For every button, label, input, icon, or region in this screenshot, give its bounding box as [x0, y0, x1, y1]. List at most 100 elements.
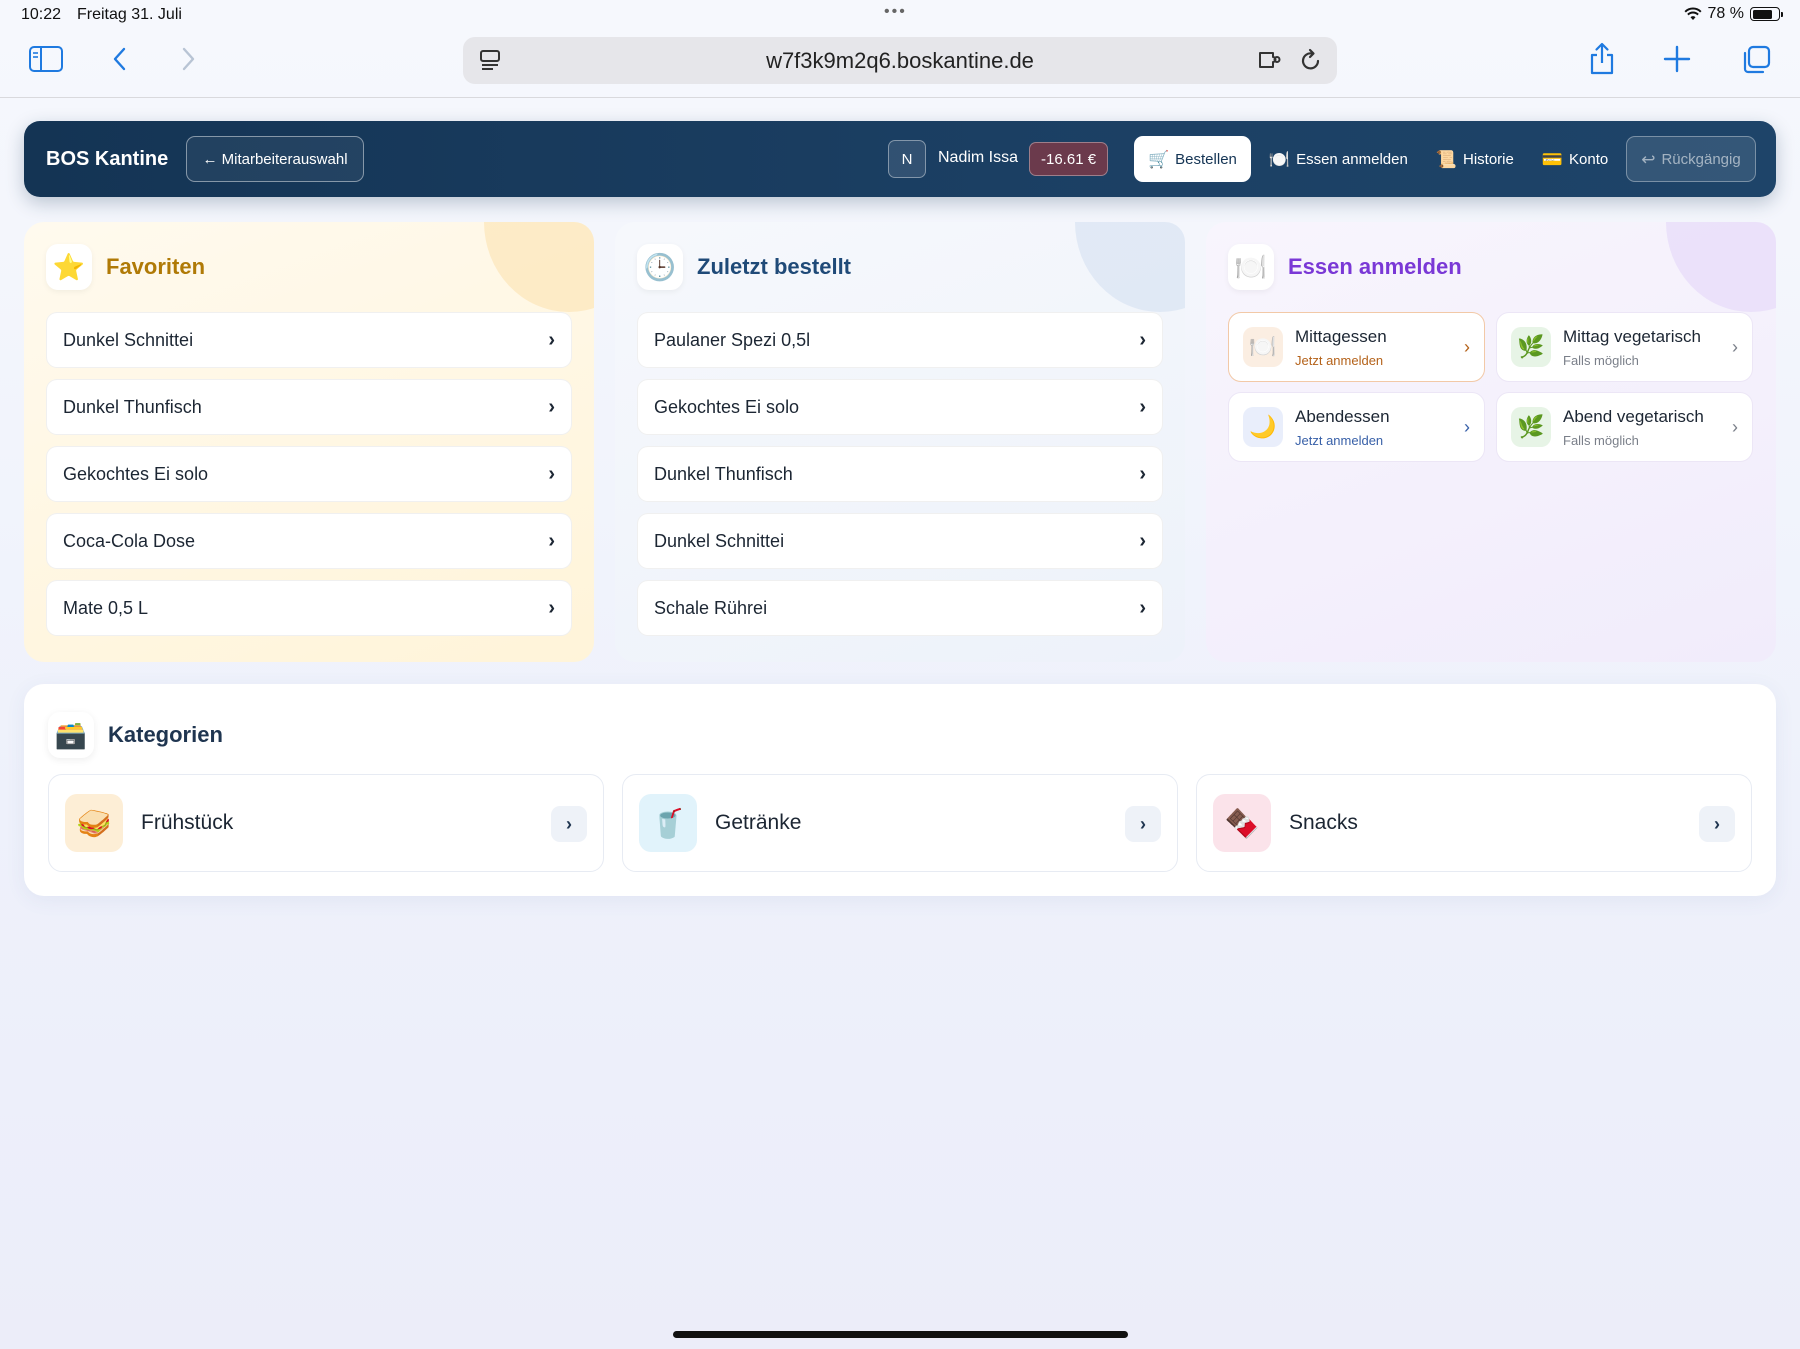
- item-label: Gekochtes Ei solo: [63, 463, 209, 484]
- status-right: 78 %: [1684, 5, 1783, 23]
- meal-tile-abend-vegetarisch[interactable]: 🌿 Abend vegetarisch Falls möglich ›: [1496, 392, 1753, 462]
- chevron-right-icon: ›: [1139, 395, 1146, 418]
- chevron-right-icon: ›: [1139, 328, 1146, 351]
- new-tab-icon[interactable]: [1663, 45, 1691, 73]
- plate-icon: 🍽️: [1228, 244, 1274, 290]
- main-nav: 🛒 Bestellen 🍽️ Essen anmelden 📜 Historie…: [1134, 136, 1756, 182]
- meal-tile-abendessen[interactable]: 🌙 Abendessen Jetzt anmelden ›: [1228, 392, 1485, 462]
- status-date: Freitag 31. Juli: [77, 6, 182, 23]
- nav-essen-anmelden[interactable]: 🍽️ Essen anmelden: [1255, 136, 1422, 182]
- chevron-right-icon: ›: [1699, 806, 1735, 842]
- star-icon: ⭐: [46, 244, 92, 290]
- item-label: Coca-Cola Dose: [63, 530, 196, 551]
- nav-label: Historie: [1462, 150, 1514, 168]
- status-bar: 10:22 Freitag 31. Juli ••• 78 %: [0, 0, 1800, 30]
- tabs-overview-icon[interactable]: [1740, 44, 1772, 76]
- list-item[interactable]: Dunkel Schnittei ›: [46, 312, 572, 368]
- meal-sub: Jetzt anmelden: [1295, 432, 1384, 448]
- favorites-list: Dunkel Schnittei › Dunkel Thunfisch › Geko…: [46, 312, 572, 647]
- home-indicator[interactable]: [673, 1331, 1128, 1338]
- category-fruehstueck[interactable]: 🥪 Frühstück ›: [48, 774, 604, 872]
- moon-icon: 🌙: [1243, 407, 1283, 447]
- url-text: w7f3k9m2q6.boskantine.de: [766, 47, 1034, 73]
- item-label: Dunkel Schnittei: [654, 530, 785, 551]
- list-item[interactable]: Dunkel Thunfisch ›: [637, 446, 1163, 502]
- meal-name: Mittagessen: [1295, 326, 1387, 346]
- nav-historie[interactable]: 📜 Historie: [1422, 136, 1528, 182]
- extension-icon[interactable]: [1257, 48, 1283, 78]
- list-item[interactable]: Coca-Cola Dose ›: [46, 513, 572, 569]
- chevron-right-icon: ›: [1464, 417, 1470, 437]
- recent-list: Paulaner Spezi 0,5l › Gekochtes Ei solo › …: [637, 312, 1163, 647]
- back-icon[interactable]: [108, 44, 132, 74]
- url-bar[interactable]: w7f3k9m2q6.boskantine.de: [463, 37, 1337, 84]
- recent-header: 🕒 Zuletzt bestellt: [637, 244, 851, 290]
- chevron-right-icon: ›: [548, 529, 555, 552]
- recent-card: 🕒 Zuletzt bestellt Paulaner Spezi 0,5l › …: [615, 222, 1185, 662]
- reload-icon[interactable]: [1299, 47, 1323, 79]
- meal-sub: Jetzt anmelden: [1295, 352, 1384, 368]
- forward-icon[interactable]: [176, 44, 200, 74]
- list-item[interactable]: Gekochtes Ei solo ›: [637, 379, 1163, 435]
- sandwich-icon: 🥪: [65, 794, 123, 852]
- meal-name: Abendessen: [1295, 406, 1390, 426]
- favorites-header: ⭐ Favoriten: [46, 244, 205, 290]
- list-item[interactable]: Paulaner Spezi 0,5l ›: [637, 312, 1163, 368]
- chevron-right-icon: ›: [1464, 337, 1470, 357]
- undo-button[interactable]: ↩ Rückgängig: [1626, 136, 1756, 182]
- meal-title: Essen anmelden: [1288, 254, 1462, 279]
- drink-icon: 🥤: [639, 794, 697, 852]
- decorative-blob: [1666, 222, 1776, 312]
- category-getraenke[interactable]: 🥤 Getränke ›: [622, 774, 1178, 872]
- meal-signup-card: 🍽️ Essen anmelden 🍽️ Mittagessen Jetzt a…: [1206, 222, 1776, 662]
- status-time: 10:22: [21, 6, 62, 23]
- item-label: Dunkel Schnittei: [63, 329, 194, 350]
- leaf-icon: 🌿: [1511, 407, 1551, 447]
- meal-sub: Falls möglich: [1563, 352, 1639, 368]
- list-item[interactable]: Mate 0,5 L ›: [46, 580, 572, 636]
- clock-icon: 🕒: [637, 244, 683, 290]
- multitask-dots-icon[interactable]: •••: [884, 3, 907, 21]
- list-item[interactable]: Gekochtes Ei solo ›: [46, 446, 572, 502]
- nav-konto[interactable]: 💳 Konto: [1528, 136, 1622, 182]
- meal-tile-mittag-vegetarisch[interactable]: 🌿 Mittag vegetarisch Falls möglich ›: [1496, 312, 1753, 382]
- categories-card: 🗃️ Kategorien 🥪 Frühstück › 🥤 Getränke ›…: [24, 684, 1776, 896]
- chevron-right-icon: ›: [551, 806, 587, 842]
- decorative-blob: [1075, 222, 1185, 312]
- item-label: Mate 0,5 L: [63, 597, 149, 618]
- brand-title: BOS Kantine: [46, 148, 169, 170]
- wifi-icon: [1684, 7, 1702, 20]
- plate-icon: 🍽️: [1268, 149, 1291, 169]
- box-icon: 🗃️: [48, 712, 94, 758]
- undo-icon: ↩: [1641, 149, 1656, 169]
- item-label: Dunkel Thunfisch: [63, 396, 202, 417]
- plate-icon: 🍽️: [1243, 327, 1283, 367]
- item-label: Dunkel Thunfisch: [654, 463, 793, 484]
- chevron-right-icon: ›: [1125, 806, 1161, 842]
- nav-label: Bestellen: [1175, 150, 1237, 168]
- chevron-right-icon: ›: [548, 462, 555, 485]
- balance-badge: -16.61 €: [1029, 142, 1109, 176]
- chevron-right-icon: ›: [1139, 462, 1146, 485]
- item-label: Paulaner Spezi 0,5l: [654, 329, 811, 350]
- nav-label: Essen anmelden: [1296, 150, 1408, 168]
- list-item[interactable]: Dunkel Thunfisch ›: [46, 379, 572, 435]
- meal-tile-mittagessen[interactable]: 🍽️ Mittagessen Jetzt anmelden ›: [1228, 312, 1485, 382]
- meal-name: Mittag vegetarisch: [1563, 326, 1701, 346]
- nav-bestellen[interactable]: 🛒 Bestellen: [1134, 136, 1251, 182]
- categories-title: Kategorien: [108, 722, 223, 747]
- page-menu-icon[interactable]: [479, 48, 501, 78]
- browser-toolbar: w7f3k9m2q6.boskantine.de: [0, 30, 1800, 98]
- nav-label: Rückgängig: [1661, 150, 1741, 168]
- nav-label: Konto: [1569, 150, 1609, 168]
- employee-select-button[interactable]: ← Mitarbeiterauswahl: [186, 136, 364, 182]
- category-snacks[interactable]: 🍫 Snacks ›: [1196, 774, 1752, 872]
- cart-icon: 🛒: [1148, 149, 1170, 169]
- share-icon[interactable]: [1588, 42, 1616, 76]
- list-item[interactable]: Schale Rührei ›: [637, 580, 1163, 636]
- history-icon: 📜: [1435, 149, 1457, 169]
- list-item[interactable]: Dunkel Schnittei ›: [637, 513, 1163, 569]
- chevron-right-icon: ›: [548, 395, 555, 418]
- sidebar-toggle-icon[interactable]: [28, 44, 64, 74]
- chevron-right-icon: ›: [548, 596, 555, 619]
